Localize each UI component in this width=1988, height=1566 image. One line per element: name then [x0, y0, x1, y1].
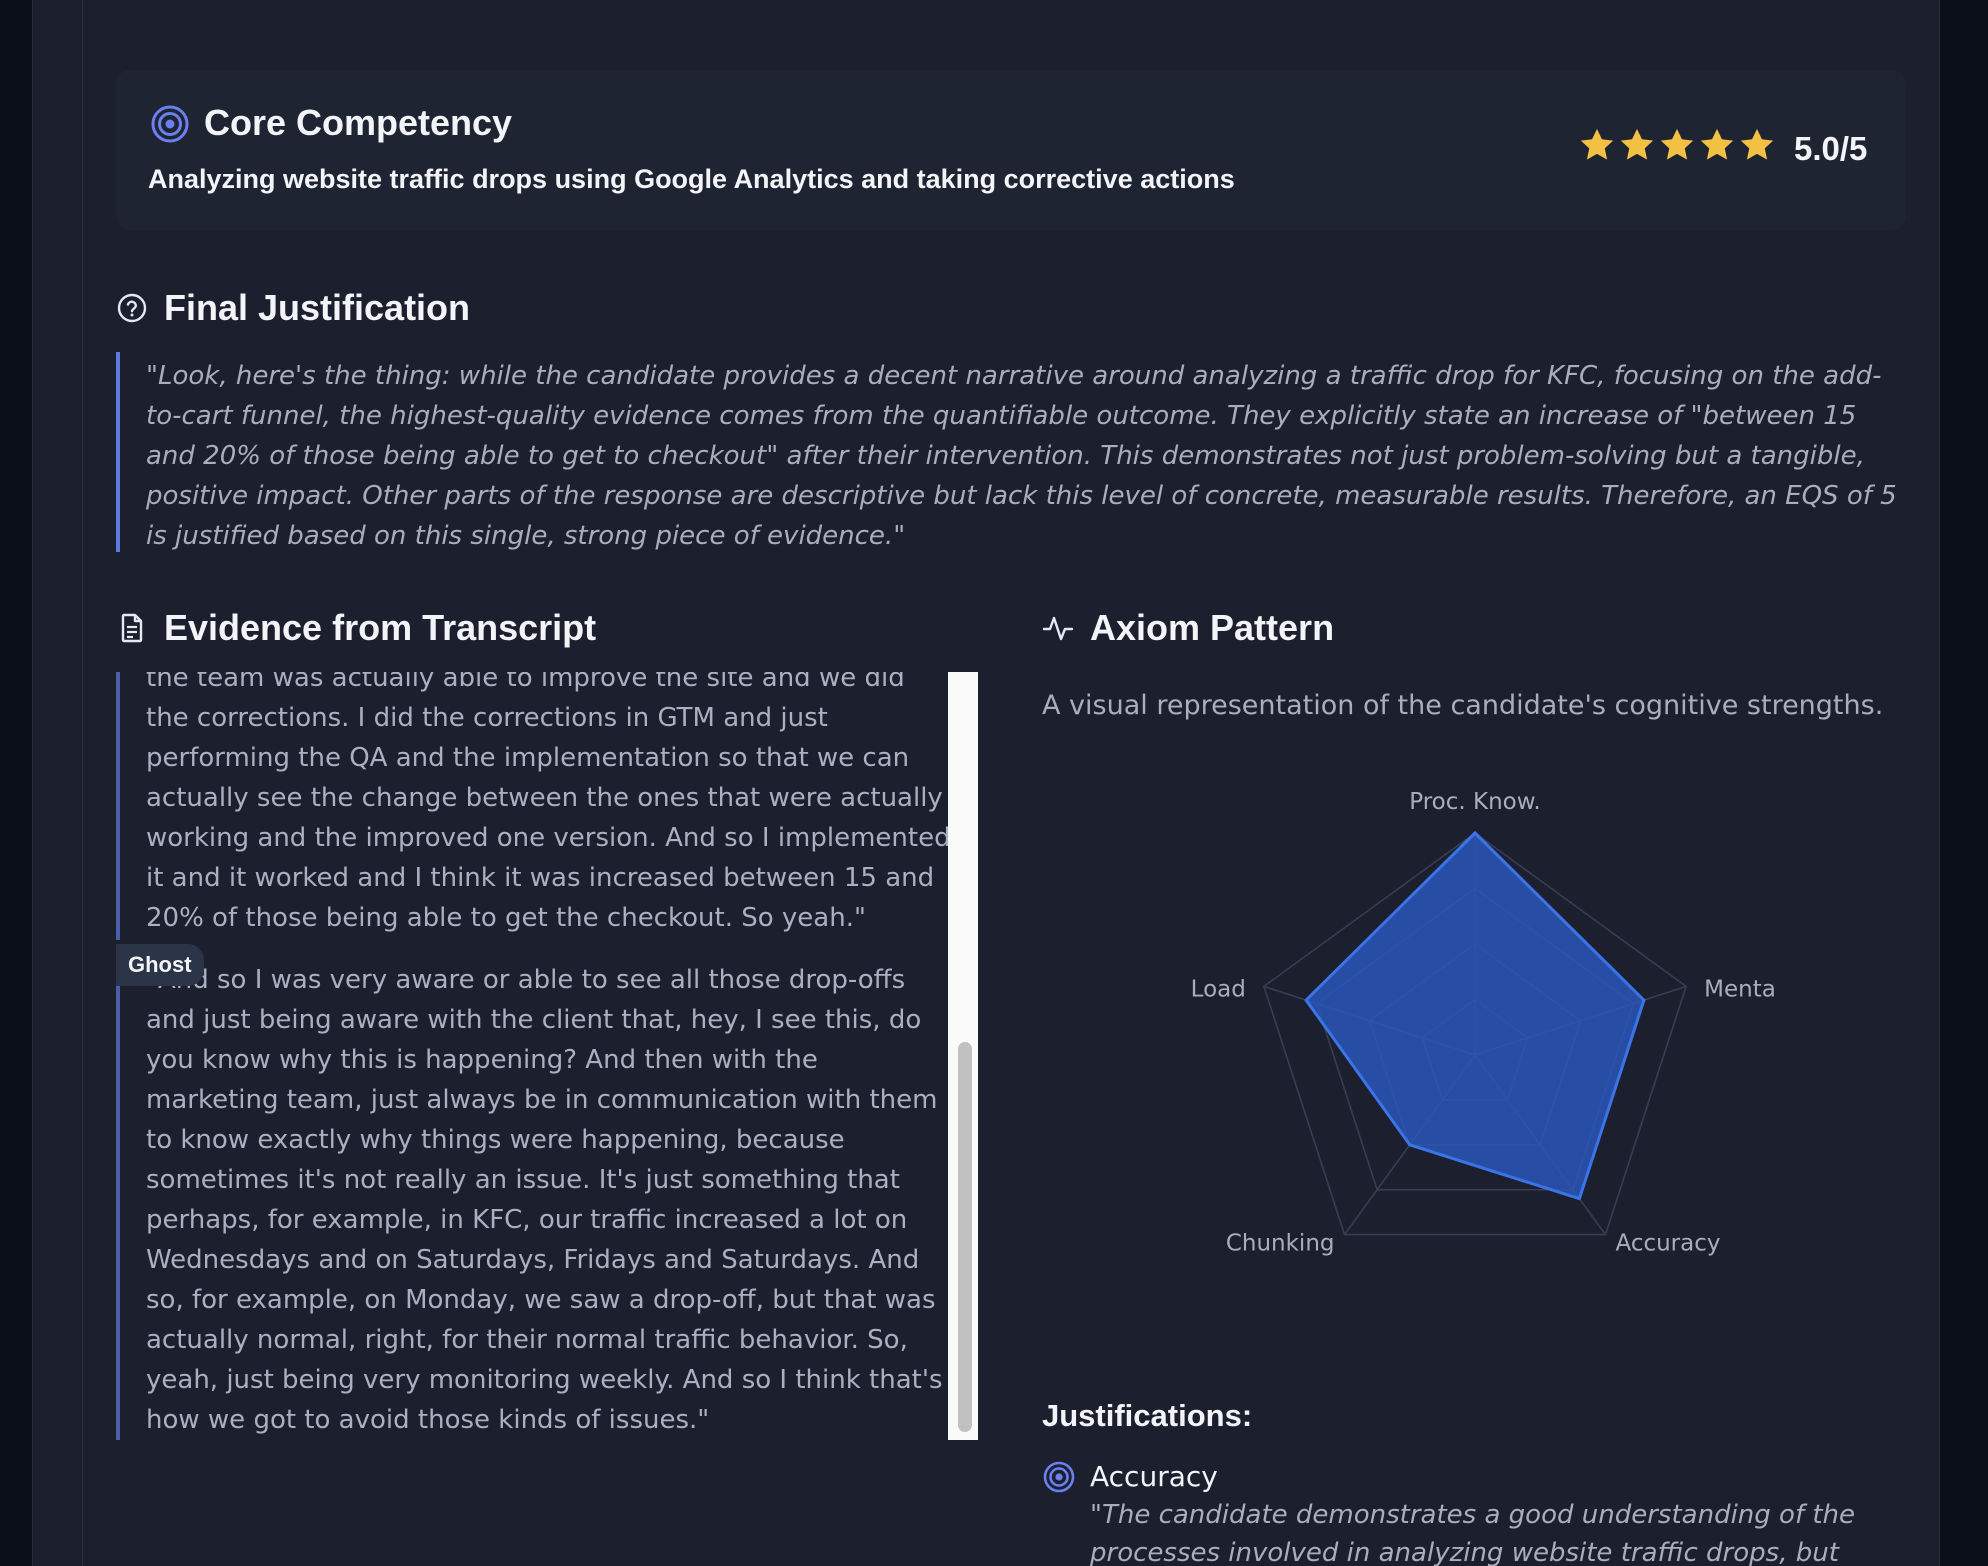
final-justification-title: Final Justification [164, 287, 471, 328]
axiom-title: Axiom Pattern [1090, 607, 1335, 648]
evidence-item: the team was actually able to improve th… [116, 672, 952, 940]
final-justification-quote: "Look, here's the thing: while the candi… [116, 352, 1906, 552]
target-icon [1043, 1461, 1075, 1493]
competency-subtitle: Analyzing website traffic drops using Go… [148, 164, 1235, 194]
axiom-description: A visual representation of the candidate… [1042, 690, 1884, 721]
radar-axis-label: Load [1191, 976, 1246, 1002]
star-rating [1578, 126, 1776, 164]
star-icon [1660, 128, 1694, 160]
evidence-scroll-area[interactable]: the team was actually able to improve th… [116, 672, 980, 1440]
justification-text: "The candidate demonstrates a good under… [1090, 1500, 1856, 1566]
radar-axis-label: Menta [1704, 976, 1776, 1002]
help-circle-icon [117, 293, 147, 323]
radar-axis-label: Chunking [1226, 1231, 1335, 1257]
evidence-item: "And so I was very aware or able to see … [116, 960, 952, 1440]
radar-data-area [1304, 830, 1646, 1201]
scrollbar-thumb[interactable] [958, 1042, 972, 1432]
target-icon [151, 105, 189, 143]
core-competency-box: Core Competency Analyzing website traffi… [116, 70, 1906, 230]
justifications-title: Justifications: [1042, 1398, 1253, 1433]
ghost-tag: Ghost [116, 944, 204, 986]
star-icon [1700, 128, 1734, 160]
radar-axis-label: Accuracy [1615, 1231, 1720, 1257]
score-text: 5.0/5 [1794, 130, 1868, 167]
activity-icon [1042, 616, 1074, 641]
star-icon [1580, 128, 1614, 160]
evidence-title: Evidence from Transcript [164, 607, 597, 648]
radar-axis-label: Proc. Know. [1409, 789, 1541, 815]
justification-name: Accuracy [1090, 1460, 1218, 1493]
star-icon [1620, 128, 1654, 160]
axiom-radar-chart: Proc. Know. Menta Accuracy Chunking Load [1191, 789, 1776, 1257]
star-icon [1740, 128, 1774, 160]
competency-title: Core Competency [204, 102, 513, 143]
document-icon [121, 613, 143, 643]
